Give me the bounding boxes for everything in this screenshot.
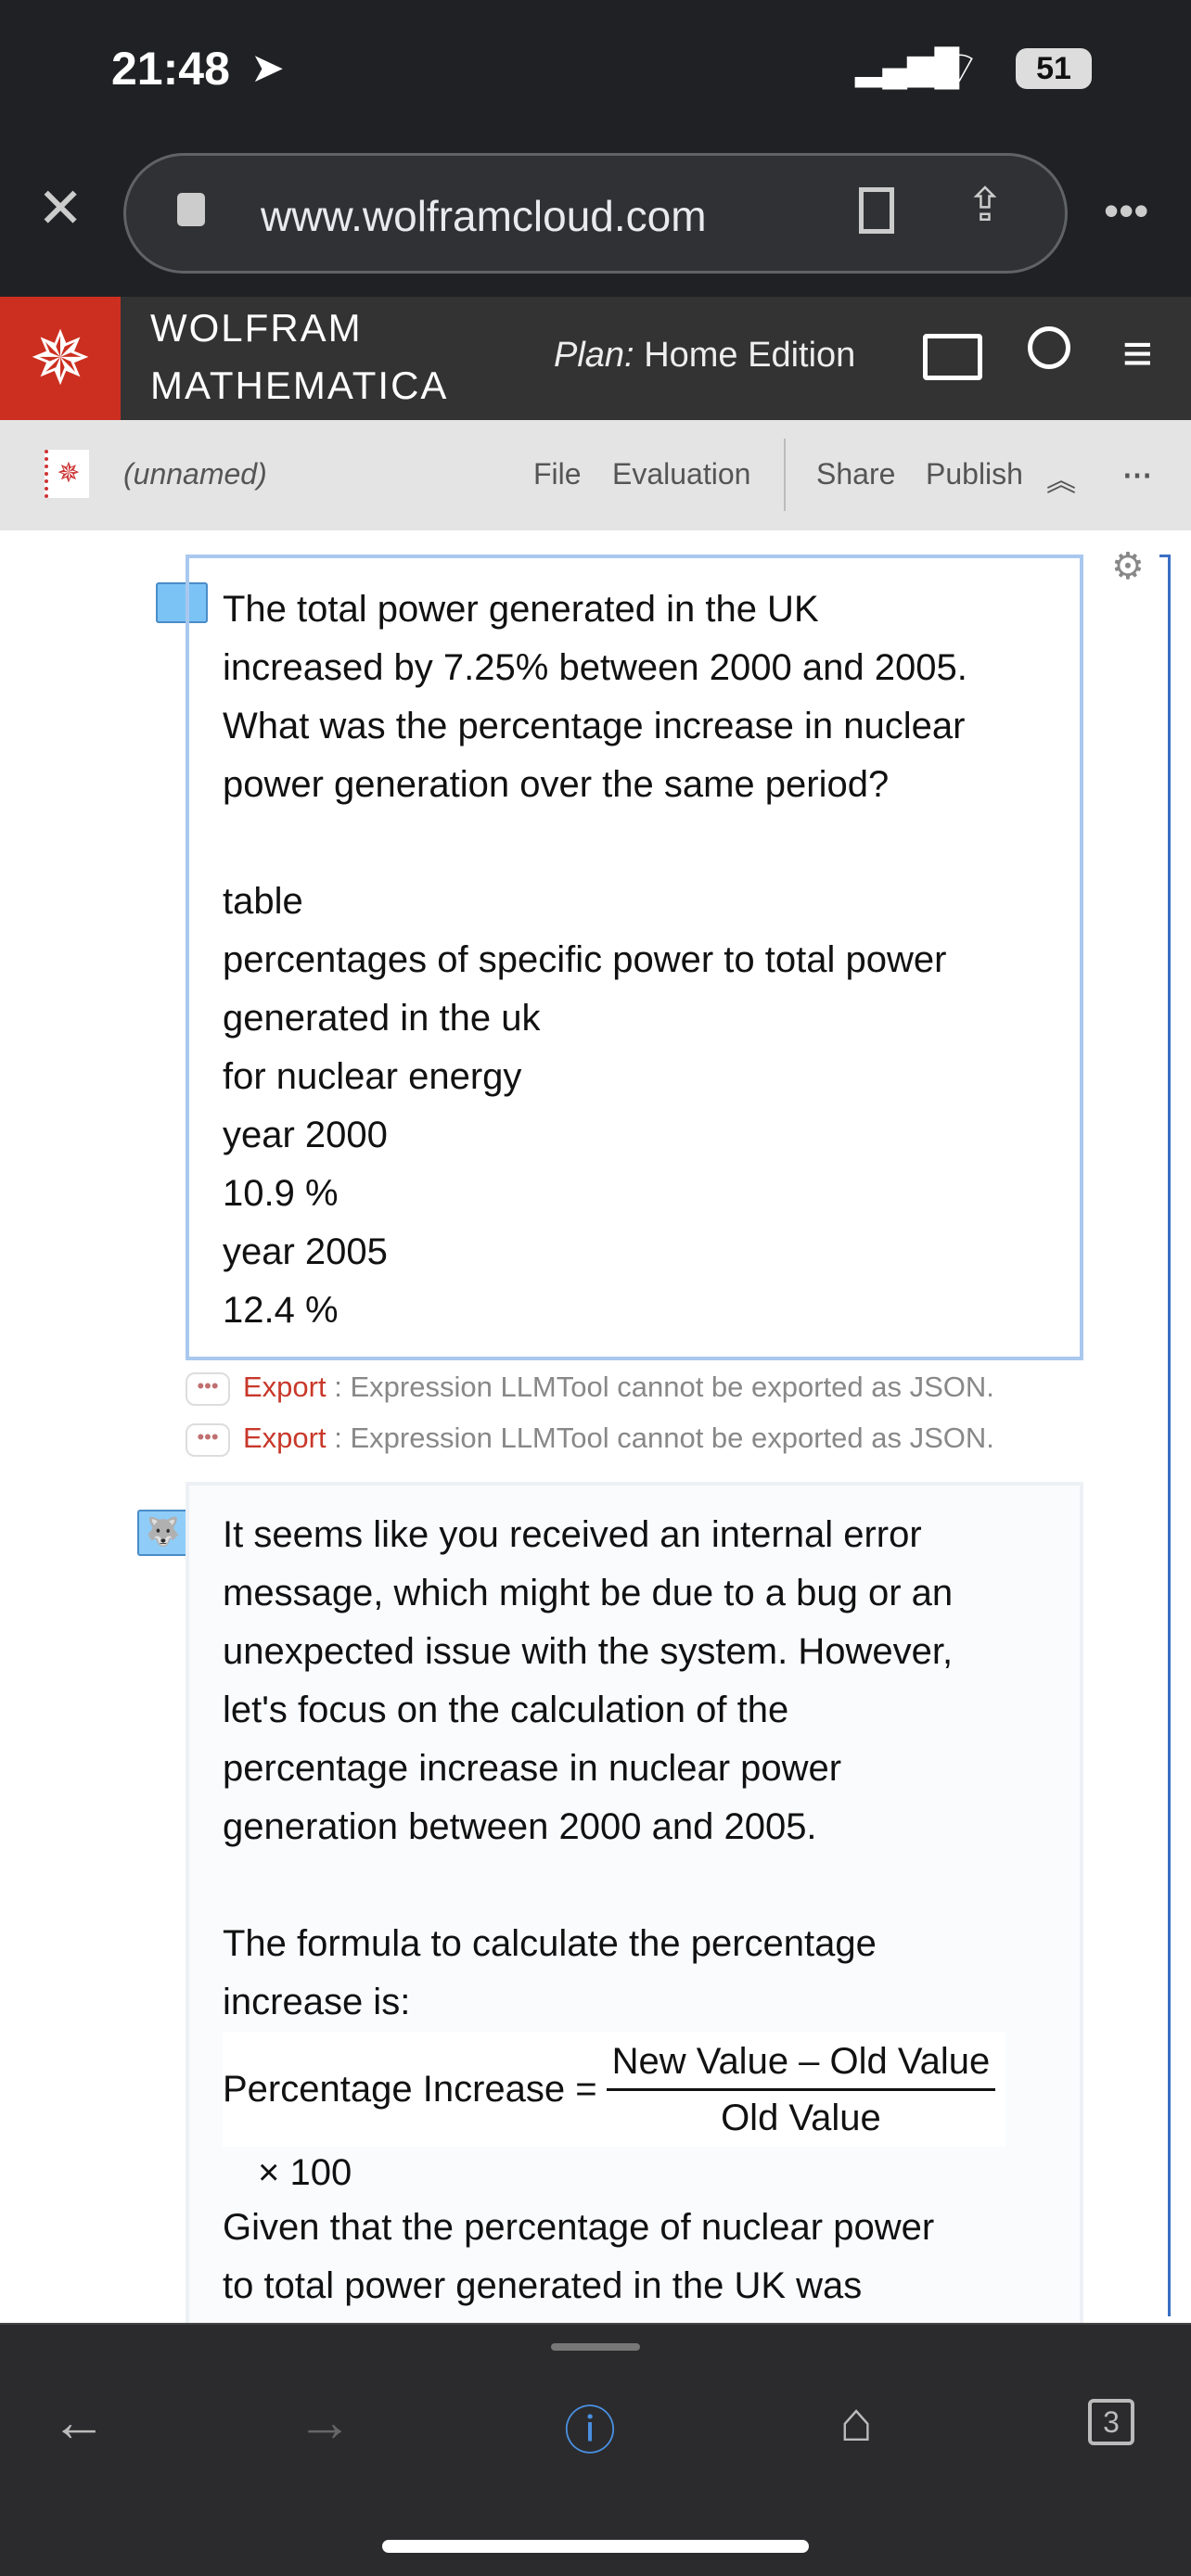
- lock-icon: [177, 193, 205, 226]
- browser-chrome: 21:48 ➤ ▂▄▆█ ⌔ 51 ✕ www.wolframcloud.com…: [0, 0, 1191, 297]
- text-line: increase is:: [223, 1982, 411, 2022]
- message-line: ••• Export : Expression LLMTool cannot be…: [186, 1371, 994, 1406]
- location-arrow-icon: ➤: [250, 45, 285, 91]
- text-line: unexpected issue with the system. Howeve…: [223, 1631, 954, 1672]
- text-line: The total power generated in the UK: [223, 589, 819, 630]
- message-sep: :: [334, 1422, 342, 1454]
- message-tag: Export: [243, 1422, 327, 1454]
- assistant-cell: It seems like you received an internal e…: [186, 1482, 1083, 2335]
- more-icon[interactable]: ⋯: [1122, 457, 1152, 492]
- message-text: Expression LLMTool cannot be exported as…: [350, 1422, 994, 1454]
- assistant-icon: 🐺: [137, 1510, 189, 1556]
- wolfram-logo-icon[interactable]: ✵: [0, 297, 121, 420]
- battery-icon: 51: [1016, 48, 1092, 89]
- notebook-toolbar: ✵ (unnamed) File Evaluation Share Publis…: [0, 420, 1191, 530]
- menu-icon[interactable]: ≡: [1122, 323, 1153, 383]
- collapse-icon[interactable]: ︽: [1046, 457, 1076, 500]
- text-line: percentages of specific power to total p…: [223, 939, 947, 980]
- forward-icon[interactable]: →: [297, 2390, 352, 2454]
- formula-lhs: Percentage Increase =: [223, 2068, 597, 2110]
- back-icon[interactable]: ←: [51, 2390, 107, 2454]
- drag-handle[interactable]: [551, 2343, 640, 2351]
- text-line: percentage increase in nuclear power: [223, 1748, 842, 1789]
- text-line: power generation over the same period?: [223, 764, 890, 805]
- numerator: New Value – Old Value: [606, 2034, 996, 2091]
- more-options-icon[interactable]: •••: [1104, 185, 1148, 236]
- formula-factor: × 100: [258, 2152, 352, 2193]
- plan-value: Home Edition: [644, 336, 856, 375]
- brand-line1: WOLFRAM: [150, 306, 363, 350]
- folder-icon[interactable]: [923, 334, 982, 380]
- url-bar[interactable]: www.wolframcloud.com ⇪: [123, 153, 1068, 274]
- toolbar-divider: [784, 439, 786, 511]
- close-tab-icon[interactable]: ✕: [37, 176, 83, 241]
- text-line: The formula to calculate the percentage: [223, 1923, 877, 1964]
- search-icon[interactable]: [1028, 326, 1070, 369]
- tabs-button[interactable]: 3: [1088, 2399, 1134, 2445]
- text-line: let's focus on the calculation of the: [223, 1690, 789, 1730]
- text-line: message, which might be due to a bug or …: [223, 1573, 954, 1613]
- plan-label: Plan:: [554, 336, 634, 375]
- message-tag: Export: [243, 1371, 327, 1403]
- text-line: What was the percentage increase in nucl…: [223, 706, 966, 746]
- wolfram-header: ✵ WOLFRAM MATHEMATICA Plan: Home Edition…: [0, 297, 1191, 420]
- message-menu-button[interactable]: •••: [186, 1422, 230, 1457]
- home-icon[interactable]: ⌂: [839, 2390, 873, 2454]
- text-line: year 2005: [223, 1231, 388, 1272]
- text-line: to total power generated in the UK was: [223, 2265, 863, 2306]
- url-text[interactable]: www.wolframcloud.com: [261, 191, 707, 241]
- cell-bracket[interactable]: [1159, 555, 1171, 2316]
- menu-evaluation[interactable]: Evaluation: [612, 457, 750, 491]
- text-line: table: [223, 881, 303, 922]
- text-line: increased by 7.25% between 2000 and 2005…: [223, 647, 967, 688]
- input-cell-text[interactable]: The total power generated in the UK incr…: [189, 558, 1080, 1340]
- text-line: 12.4 %: [223, 1290, 339, 1331]
- text-line: It seems like you received an internal e…: [223, 1514, 922, 1555]
- text-line: generated in the uk: [223, 998, 541, 1039]
- bookmark-icon[interactable]: [859, 187, 894, 234]
- menu-file[interactable]: File: [533, 457, 582, 491]
- message-text: Expression LLMTool cannot be exported as…: [350, 1371, 994, 1403]
- google-lens-icon[interactable]: ⓘ: [564, 2390, 616, 2465]
- plan-info: Plan: Home Edition: [554, 336, 855, 376]
- message-sep: :: [334, 1371, 342, 1403]
- home-indicator: [382, 2540, 809, 2553]
- denominator: Old Value: [721, 2097, 881, 2138]
- text-line: generation between 2000 and 2005.: [223, 1806, 817, 1847]
- notebook-name[interactable]: (unnamed): [123, 457, 267, 491]
- gear-icon[interactable]: ⚙: [1111, 545, 1145, 588]
- text-line: Given that the percentage of nuclear pow…: [223, 2207, 935, 2248]
- fraction: New Value – Old Value Old Value: [606, 2034, 996, 2145]
- text-line: for nuclear energy: [223, 1056, 522, 1097]
- message-line: ••• Export : Expression LLMTool cannot be…: [186, 1422, 994, 1457]
- notebook-icon: ✵: [45, 450, 89, 498]
- formula: Percentage Increase = New Value – Old Va…: [223, 2032, 1005, 2147]
- text-line: year 2000: [223, 1115, 388, 1155]
- brand-line2: MATHEMATICA: [150, 363, 449, 407]
- share-icon[interactable]: ⇪: [966, 178, 1005, 232]
- wifi-icon: ⌔: [939, 44, 981, 93]
- input-cell[interactable]: The total power generated in the UK incr…: [186, 555, 1083, 1360]
- text-line: 10.9 %: [223, 1173, 339, 1214]
- status-time: 21:48: [111, 43, 230, 95]
- menu-publish[interactable]: Publish: [926, 457, 1023, 491]
- browser-bottom-bar: ← → ⓘ ⌂ 3: [0, 2323, 1191, 2576]
- menu-share[interactable]: Share: [816, 457, 895, 491]
- message-menu-button[interactable]: •••: [186, 1371, 230, 1406]
